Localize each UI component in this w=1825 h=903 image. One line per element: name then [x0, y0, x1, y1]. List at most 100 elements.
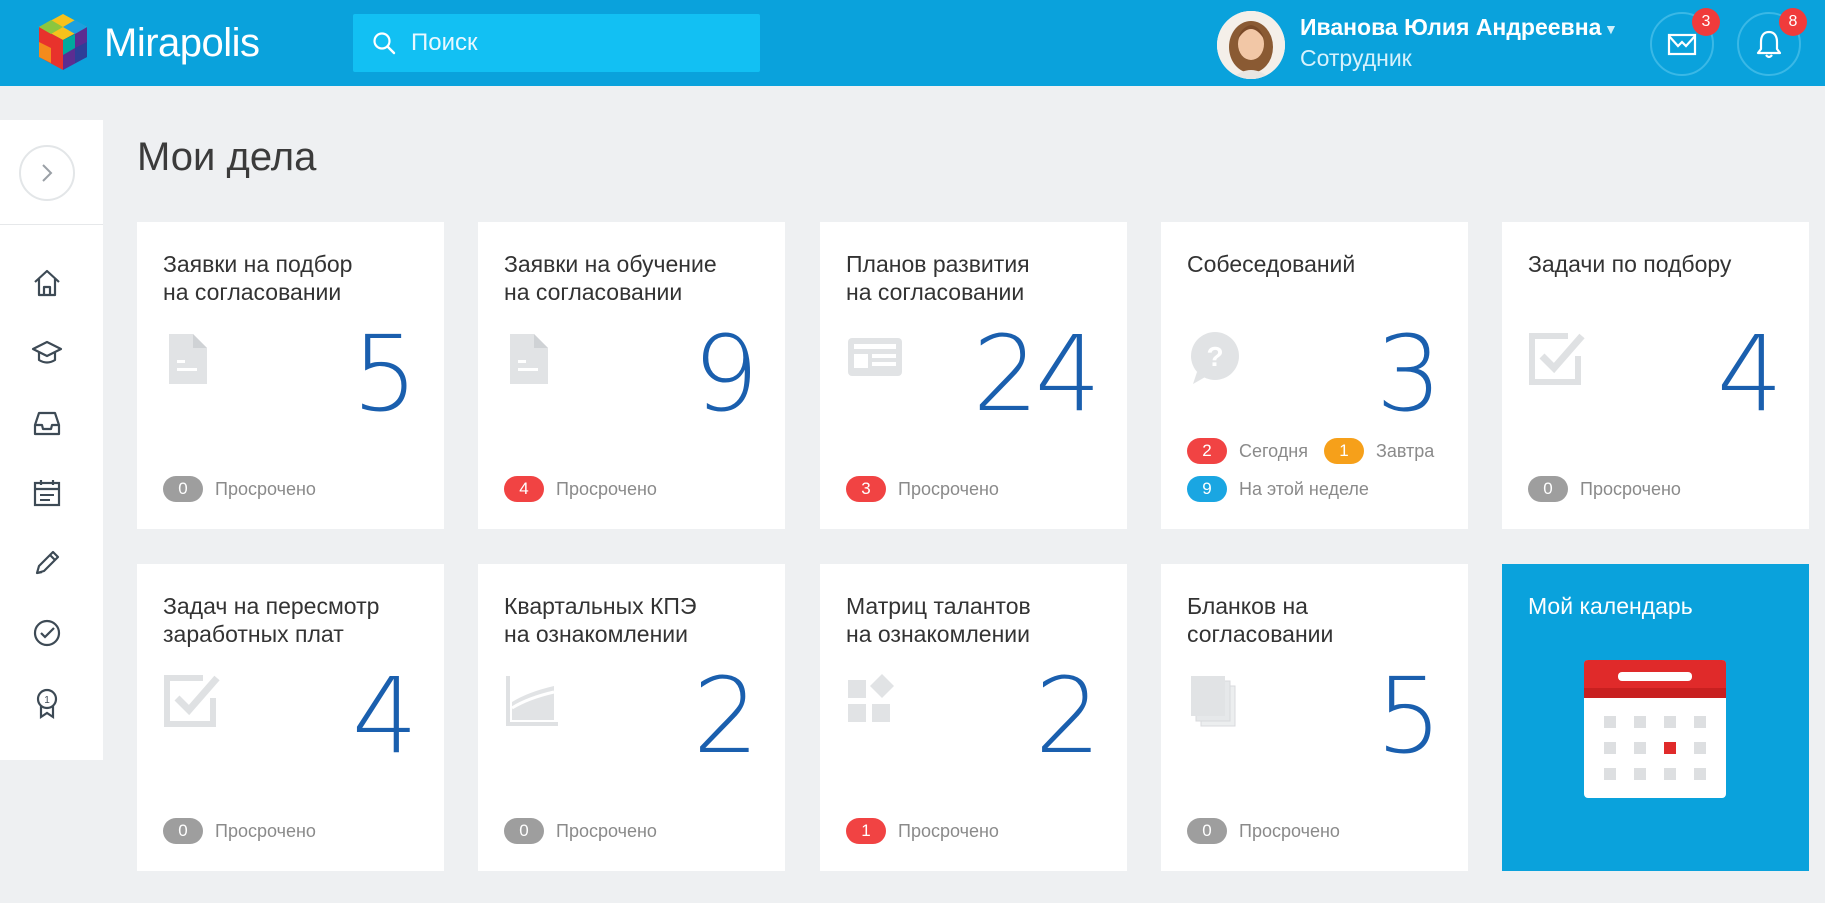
overdue-label: Просрочено: [1580, 478, 1681, 499]
search-box[interactable]: [353, 14, 760, 72]
sidebar: 1: [0, 120, 103, 760]
overdue-count: 0: [504, 818, 544, 844]
search-input[interactable]: [411, 29, 751, 57]
envelope-icon: [1667, 33, 1697, 56]
overdue-label: Просрочено: [556, 820, 657, 841]
pages-stack-icon: [1191, 676, 1236, 727]
count: 4: [351, 655, 418, 777]
card-title: Задачи по подбору: [1528, 251, 1732, 277]
messages-badge: 3: [1692, 8, 1720, 36]
overdue-label: Просрочено: [556, 478, 657, 499]
card-title: Бланков на согласовании: [1187, 593, 1334, 647]
card-title: Квартальных КПЭ на ознакомлении: [504, 593, 697, 647]
avatar[interactable]: [1217, 11, 1285, 79]
search-icon: [373, 32, 396, 55]
checkbox-icon: [1529, 333, 1585, 385]
card-title: Заявки на подбор на согласовании: [163, 251, 353, 305]
user-name[interactable]: Иванова Юлия Андреевна: [1300, 14, 1601, 41]
overdue-indicator: 4 Просрочено: [504, 476, 657, 502]
grid-diamond-icon: [848, 674, 894, 722]
week-count: 9: [1187, 476, 1227, 502]
card-title: Планов развития на согласовании: [846, 251, 1030, 305]
card-training-requests[interactable]: Заявки на обучение на согласовании 9 4 Про…: [478, 222, 785, 529]
overdue-count: 0: [163, 476, 203, 502]
card-interviews[interactable]: Собеседований ? 3 2 Сегодня 1 Завтра 9 Н…: [1161, 222, 1468, 529]
overdue-count: 0: [163, 818, 203, 844]
overdue-label: Просрочено: [215, 478, 316, 499]
graduation-cap-icon[interactable]: [30, 336, 64, 370]
card-forms-approval[interactable]: Бланков на согласовании 5 0 Просрочено: [1161, 564, 1468, 871]
overdue-indicator: 1 Просрочено: [846, 818, 999, 844]
sidebar-expand-button[interactable]: [19, 145, 75, 201]
count: 24: [972, 313, 1101, 435]
divider: [0, 224, 103, 225]
overdue-indicator: 0 Просрочено: [163, 476, 316, 502]
pencil-icon[interactable]: [30, 546, 64, 580]
count: 5: [351, 313, 418, 435]
user-photo: [1217, 11, 1285, 79]
card-development-plans[interactable]: Планов развития на согласовании 24 3 Проср…: [820, 222, 1127, 529]
logo-cube-icon: [39, 14, 87, 70]
question-bubble-icon: ?: [1191, 332, 1239, 384]
overdue-indicator: 0 Просрочено: [1187, 818, 1340, 844]
today-label: Сегодня: [1239, 440, 1308, 461]
logo[interactable]: Mirapolis: [32, 12, 260, 74]
notifications-button[interactable]: 8: [1737, 8, 1807, 76]
overdue-count: 1: [846, 818, 886, 844]
card-title: Заявки на обучение на согласовании: [504, 251, 717, 305]
overdue-count: 3: [846, 476, 886, 502]
top-bar: Mirapolis Иванова Юлия Андреевна ▼ Сотру…: [0, 0, 1825, 86]
chevron-down-icon[interactable]: ▼: [1604, 21, 1618, 37]
count: 2: [1034, 655, 1101, 777]
card-salary-review-tasks[interactable]: Задач на пересмотр заработных плат 4 0 Про…: [137, 564, 444, 871]
card-recruitment-requests[interactable]: Заявки на подбор на согласовании 5 0 Проср…: [137, 222, 444, 529]
tomorrow-count: 1: [1324, 438, 1364, 464]
document-icon: [510, 334, 548, 384]
svg-text:1: 1: [44, 695, 50, 706]
inbox-icon[interactable]: [30, 406, 64, 440]
notifications-badge: 8: [1779, 8, 1807, 36]
award-icon[interactable]: 1: [30, 686, 64, 720]
count: 2: [692, 655, 759, 777]
card-quarterly-kpi[interactable]: Квартальных КПЭ на ознакомлении 2 0 Просро…: [478, 564, 785, 871]
overdue-count: 4: [504, 476, 544, 502]
newspaper-icon: [848, 338, 902, 376]
week-label: На этой неделе: [1239, 478, 1369, 499]
page-title: Мои дела: [137, 135, 317, 179]
today-count: 2: [1187, 438, 1227, 464]
count: 5: [1375, 655, 1442, 777]
app-name: Mirapolis: [104, 20, 260, 65]
card-title: Собеседований: [1187, 251, 1356, 277]
count: 9: [692, 313, 759, 435]
messages-button[interactable]: 3: [1650, 8, 1720, 76]
overdue-label: Просрочено: [1239, 820, 1340, 841]
home-icon[interactable]: [30, 266, 64, 300]
tomorrow-label: Завтра: [1376, 440, 1435, 461]
overdue-indicator: 0 Просрочено: [1528, 476, 1681, 502]
overdue-label: Просрочено: [215, 820, 316, 841]
overdue-label: Просрочено: [898, 478, 999, 499]
bell-icon: [1756, 30, 1782, 59]
svg-text:?: ?: [1206, 341, 1223, 372]
card-title: Мой календарь: [1528, 593, 1693, 619]
overdue-indicator: 0 Просрочено: [163, 818, 316, 844]
count: 4: [1716, 313, 1783, 435]
user-role: Сотрудник: [1300, 45, 1412, 71]
overdue-indicator: 0 Просрочено: [504, 818, 657, 844]
card-recruitment-tasks[interactable]: Задачи по подбору 4 0 Просрочено: [1502, 222, 1809, 529]
card-talent-matrix[interactable]: Матриц талантов на ознакомлении 2 1 Просро…: [820, 564, 1127, 871]
overdue-label: Просрочено: [898, 820, 999, 841]
area-chart-icon: [506, 676, 558, 726]
overdue-indicator: 3 Просрочено: [846, 476, 999, 502]
count: 3: [1375, 313, 1442, 435]
check-circle-icon[interactable]: [30, 616, 64, 650]
interview-stats: 2 Сегодня 1 Завтра 9 На этой неделе: [1187, 438, 1434, 514]
chevron-right-icon: [42, 164, 53, 182]
card-my-calendar[interactable]: Мой календарь: [1502, 564, 1809, 871]
overdue-count: 0: [1528, 476, 1568, 502]
calendar-icon[interactable]: [30, 476, 64, 510]
document-icon: [169, 334, 207, 384]
checkbox-icon: [164, 675, 220, 727]
card-title: Задач на пересмотр заработных плат: [163, 593, 380, 647]
card-title: Матриц талантов на ознакомлении: [846, 593, 1031, 647]
